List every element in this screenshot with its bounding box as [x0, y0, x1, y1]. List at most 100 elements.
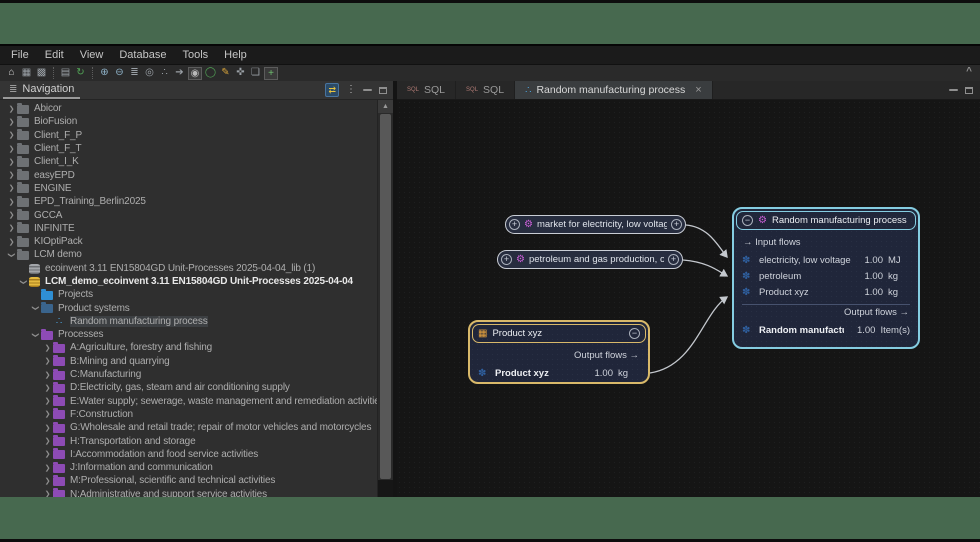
focus-icon[interactable]: ◎ — [142, 66, 157, 80]
chevron-right-icon[interactable]: ❯ — [6, 238, 17, 246]
tree-item[interactable]: ❯E:Water supply; sewerage, waste managem… — [0, 395, 377, 408]
tree-item[interactable]: ❯B:Mining and quarrying — [0, 355, 377, 368]
flow-row[interactable]: ✽ Product xyz 1.00 kg — [742, 287, 910, 298]
chevron-right-icon[interactable]: ❯ — [6, 171, 17, 179]
tree-item[interactable]: ❯Client_I_K — [0, 155, 377, 168]
expand-icon[interactable]: + — [509, 219, 520, 230]
tree-item[interactable]: ❯KIOptiPack — [0, 235, 377, 248]
hierarchy-icon[interactable]: ∴ — [157, 66, 172, 80]
run-refresh-icon[interactable]: ↻ — [73, 66, 88, 80]
menu-item[interactable]: View — [72, 46, 112, 64]
fullscreen-icon[interactable]: ❏ — [248, 66, 263, 80]
tree-item[interactable]: ecoinvent 3.11 EN15804GD Unit-Processes … — [0, 262, 377, 275]
menu-item[interactable]: Edit — [37, 46, 72, 64]
tree-item[interactable]: ❯J:Information and communication — [0, 461, 377, 474]
chevron-down-icon[interactable]: ❯ — [32, 303, 40, 314]
chevron-right-icon[interactable]: ❯ — [6, 184, 17, 192]
menu-item[interactable]: File — [3, 46, 37, 64]
tree-item[interactable]: ❯N:Administrative and support service ac… — [0, 488, 377, 497]
validate-icon[interactable]: ◯ — [203, 66, 218, 80]
flow-row[interactable]: ✽ Random manufactured... 1.00 Item(s) — [742, 325, 910, 336]
tree-item[interactable]: ❯C:Manufacturing — [0, 368, 377, 381]
chevron-right-icon[interactable]: ❯ — [6, 131, 17, 139]
tree-item[interactable]: ❯H:Transportation and storage — [0, 434, 377, 447]
tree-item[interactable]: ❯LCM_demo_ecoinvent 3.11 EN15804GD Unit-… — [0, 275, 377, 288]
tree-item[interactable]: ❯EPD_Training_Berlin2025 — [0, 195, 377, 208]
chevron-down-icon[interactable]: ❯ — [8, 249, 16, 260]
tree-item[interactable]: ❯Abicor — [0, 102, 377, 115]
toolbar-collapse-icon[interactable]: ^ — [966, 66, 972, 77]
maximize-icon[interactable] — [379, 87, 387, 94]
layers-icon[interactable]: ≣ — [127, 66, 142, 80]
chevron-right-icon[interactable]: ❯ — [6, 211, 17, 219]
link-with-editor-icon[interactable]: ⇄ — [325, 83, 339, 97]
add-icon[interactable]: + — [264, 67, 278, 80]
menu-item[interactable]: Help — [216, 46, 255, 64]
chevron-right-icon[interactable]: ❯ — [6, 105, 17, 113]
zoom-out-icon[interactable]: ⊖ — [112, 66, 127, 80]
tree-item[interactable]: ∴Random manufacturing process — [0, 315, 377, 328]
node-product-xyz[interactable]: ▦ Product xyz − Output flows → ✽ Product… — [468, 320, 650, 384]
tree-item[interactable]: ❯M:Professional, scientific and technica… — [0, 474, 377, 487]
flow-row[interactable]: ✽ electricity, low voltage 1.00 MJ — [742, 255, 910, 266]
collapse-icon[interactable]: − — [629, 328, 640, 339]
chevron-right-icon[interactable]: ❯ — [42, 371, 53, 379]
minimize-editor-icon[interactable] — [949, 89, 958, 91]
chevron-right-icon[interactable]: ❯ — [6, 158, 17, 166]
chevron-right-icon[interactable]: ❯ — [42, 424, 53, 432]
chevron-right-icon[interactable]: ❯ — [6, 224, 17, 232]
chevron-down-icon[interactable]: ❯ — [20, 276, 28, 287]
screenshot-icon[interactable]: ◉ — [188, 67, 202, 80]
tree-item[interactable]: ❯A:Agriculture, forestry and fishing — [0, 341, 377, 354]
tree-item[interactable]: ❯I:Accommodation and food service activi… — [0, 448, 377, 461]
tree-item[interactable]: ❯Client_F_P — [0, 129, 377, 142]
chevron-right-icon[interactable]: ❯ — [42, 397, 53, 405]
chevron-right-icon[interactable]: ❯ — [6, 145, 17, 153]
chevron-right-icon[interactable]: ❯ — [42, 384, 53, 392]
editor-tab[interactable]: SQLSQL — [397, 81, 456, 99]
chevron-right-icon[interactable]: ❯ — [6, 198, 17, 206]
tree-item[interactable]: ❯BioFusion — [0, 115, 377, 128]
expand-icon[interactable]: + — [668, 254, 679, 265]
navigation-view-tab[interactable]: ≣ Navigation — [3, 81, 80, 99]
node-header[interactable]: − ⚙ Random manufacturing process — [736, 211, 916, 230]
close-icon[interactable]: × — [695, 84, 701, 96]
zoom-in-icon[interactable]: ⊕ — [97, 66, 112, 80]
flow-row[interactable]: ✽ Product xyz 1.00 kg — [478, 368, 640, 379]
menu-item[interactable]: Database — [111, 46, 174, 64]
navigation-scrollbar[interactable]: ▲ — [377, 100, 393, 497]
node-petroleum-gas[interactable]: + ⚙ petroleum and gas production, o... + — [497, 250, 683, 269]
new-report-icon[interactable]: ▤ — [58, 66, 73, 80]
home-icon[interactable]: ⌂ — [4, 66, 19, 80]
chevron-right-icon[interactable]: ❯ — [42, 344, 53, 352]
tree-item[interactable]: ❯ENGINE — [0, 182, 377, 195]
chevron-right-icon[interactable]: ❯ — [42, 464, 53, 472]
editor-tab[interactable]: ∴Random manufacturing process× — [515, 81, 713, 99]
chevron-down-icon[interactable]: ❯ — [32, 329, 40, 340]
save-icon[interactable]: ▦ — [19, 66, 34, 80]
menu-item[interactable]: Tools — [174, 46, 216, 64]
node-header[interactable]: ▦ Product xyz − — [472, 324, 646, 343]
chevron-right-icon[interactable]: ❯ — [42, 490, 53, 497]
minimize-icon[interactable] — [363, 89, 372, 91]
expand-icon[interactable]: + — [501, 254, 512, 265]
tree-item[interactable]: ❯GCCA — [0, 208, 377, 221]
save-as-icon[interactable]: ▩ — [34, 66, 49, 80]
tree-item[interactable]: Projects — [0, 288, 377, 301]
view-menu-icon[interactable]: ⋮ — [346, 84, 356, 96]
expand-icon[interactable]: + — [671, 219, 682, 230]
move-icon[interactable]: ✜ — [233, 66, 248, 80]
maximize-editor-icon[interactable] — [965, 87, 973, 94]
tree-item[interactable]: ❯easyEPD — [0, 168, 377, 181]
tree-item[interactable]: ❯Processes — [0, 328, 377, 341]
edit-icon[interactable]: ✎ — [218, 66, 233, 80]
scroll-up-icon[interactable]: ▲ — [378, 100, 393, 113]
tree-item[interactable]: ❯F:Construction — [0, 408, 377, 421]
tree-item[interactable]: ❯Product systems — [0, 301, 377, 314]
node-market-electricity[interactable]: + ⚙ market for electricity, low voltag..… — [505, 215, 686, 234]
editor-tab[interactable]: SQLSQL — [456, 81, 515, 99]
chevron-right-icon[interactable]: ❯ — [42, 450, 53, 458]
chevron-right-icon[interactable]: ❯ — [6, 118, 17, 126]
export-icon[interactable]: ➔ — [172, 66, 187, 80]
chevron-right-icon[interactable]: ❯ — [42, 437, 53, 445]
